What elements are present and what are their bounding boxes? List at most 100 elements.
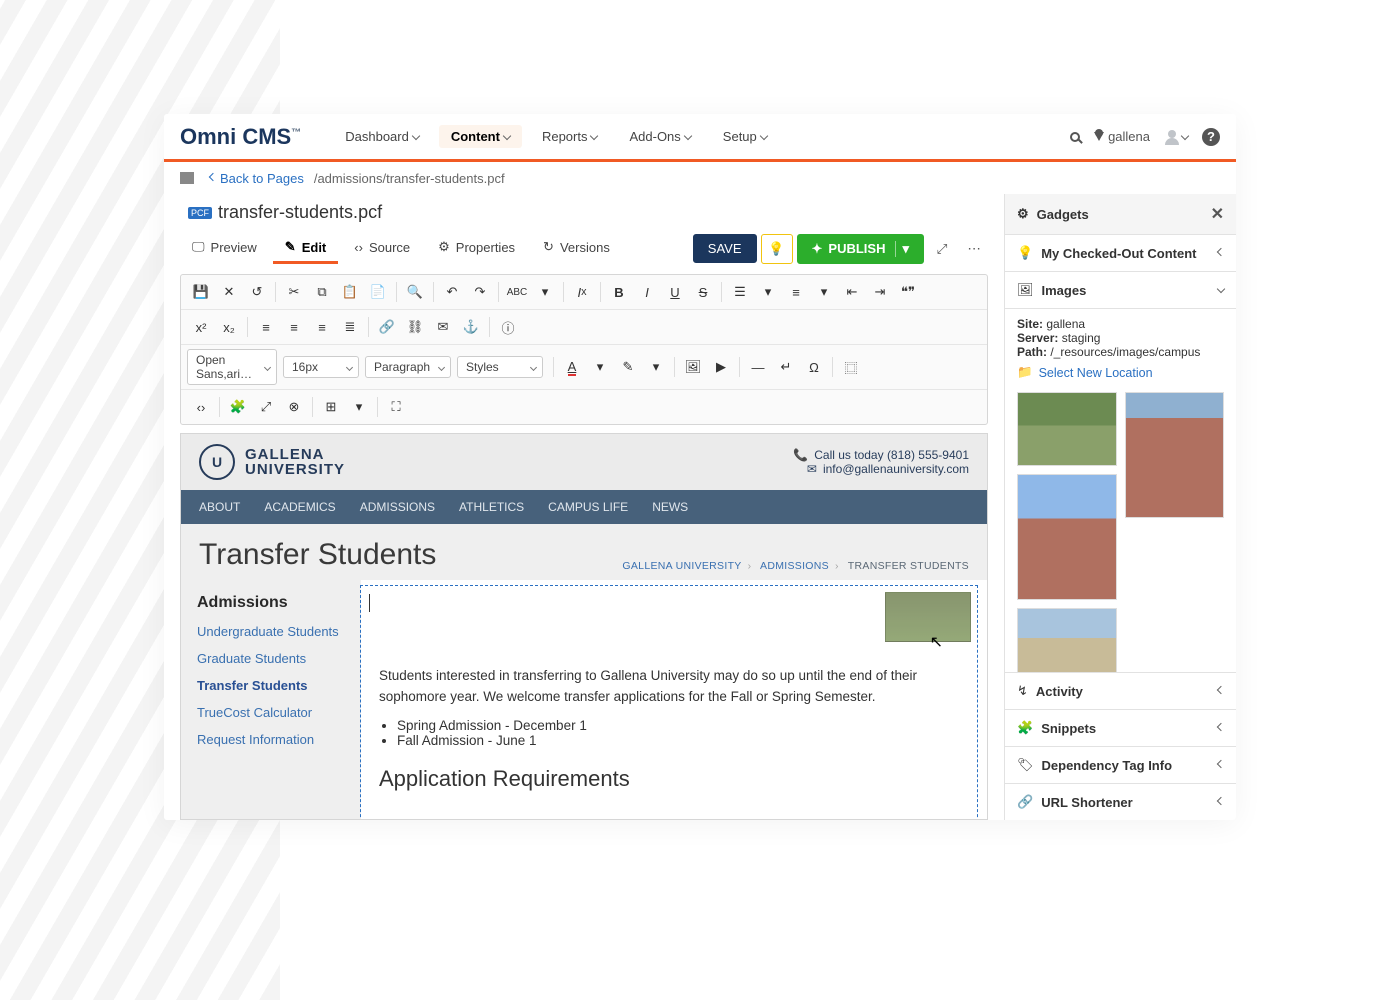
image-thumb[interactable] [1125, 392, 1225, 518]
tab-properties[interactable]: ⚙ Properties [426, 233, 527, 264]
nav-dashboard[interactable]: Dashboard [333, 125, 431, 148]
nav-content[interactable]: Content [439, 125, 522, 148]
close-icon[interactable]: ✕ [1211, 204, 1224, 224]
undo-icon[interactable]: ↶ [438, 279, 466, 305]
deadline-item[interactable]: Fall Admission - June 1 [397, 733, 959, 748]
snippet-icon[interactable]: 🧩 [224, 394, 252, 420]
numbered-icon[interactable]: ≡ [782, 279, 810, 305]
strike-icon[interactable]: S [689, 279, 717, 305]
mailto-icon[interactable]: ✉ [429, 314, 457, 340]
gadget-images[interactable]: 🖼Images [1005, 271, 1236, 308]
clear-format-icon[interactable]: Ix [568, 279, 596, 305]
nav-setup[interactable]: Setup [711, 125, 779, 148]
site-selector[interactable]: gallena [1094, 129, 1150, 144]
align-center-icon[interactable]: ≡ [280, 314, 308, 340]
media-icon[interactable]: ▶ [707, 354, 735, 380]
code-icon[interactable]: ‹› [187, 394, 215, 420]
bullets-drop-icon[interactable]: ▾ [754, 279, 782, 305]
nav-reports[interactable]: Reports [530, 125, 610, 148]
component-icon[interactable]: ⊗ [280, 394, 308, 420]
restore-icon[interactable]: ↺ [243, 279, 271, 305]
align-right-icon[interactable]: ≡ [308, 314, 336, 340]
asset-icon[interactable]: ⤢ [252, 394, 280, 420]
gadget-url-shortener[interactable]: 🔗URL Shortener [1005, 783, 1236, 820]
body-paragraph[interactable]: Students interested in transferring to G… [379, 666, 959, 708]
save-icon[interactable]: 💾 [187, 279, 215, 305]
image-icon[interactable]: 🖼 [679, 354, 707, 380]
linebreak-icon[interactable]: ↵ [772, 354, 800, 380]
spellcheck-icon[interactable]: ABC [503, 279, 531, 305]
gadget-dependency[interactable]: 🏷Dependency Tag Info [1005, 746, 1236, 783]
italic-icon[interactable]: I [633, 279, 661, 305]
outdent-icon[interactable]: ⇤ [838, 279, 866, 305]
gadget-activity[interactable]: ↯Activity [1005, 672, 1236, 709]
back-to-pages-link[interactable]: Back to Pages [220, 171, 304, 186]
paste-icon[interactable]: 📋 [336, 279, 364, 305]
nav-transfer[interactable]: Transfer Students [197, 678, 345, 693]
image-thumb[interactable] [1017, 474, 1117, 600]
spellcheck-drop-icon[interactable]: ▾ [531, 279, 559, 305]
underline-icon[interactable]: U [661, 279, 689, 305]
hr-icon[interactable]: — [744, 354, 772, 380]
tab-versions[interactable]: ↻ Versions [531, 233, 622, 264]
align-justify-icon[interactable]: ≣ [336, 314, 364, 340]
gear-icon[interactable]: ⚙ [1017, 206, 1029, 222]
find-icon[interactable]: 🔍 [401, 279, 429, 305]
nav-addons[interactable]: Add-Ons [617, 125, 702, 148]
nav-undergrad[interactable]: Undergraduate Students [197, 624, 345, 639]
gadget-checked-out[interactable]: 💡My Checked-Out Content [1005, 234, 1236, 271]
subscript-icon[interactable]: x₂ [215, 314, 243, 340]
copy-icon[interactable]: ⧉ [308, 279, 336, 305]
lightbulb-button[interactable]: 💡 [761, 234, 793, 264]
search-icon[interactable] [1070, 132, 1080, 142]
redo-icon[interactable]: ↷ [466, 279, 494, 305]
save-button[interactable]: SAVE [693, 234, 757, 263]
specialchar-icon[interactable]: Ω [800, 354, 828, 380]
select-all-icon[interactable]: ⿴ [837, 354, 865, 380]
table-icon[interactable]: ⊞ [317, 394, 345, 420]
tab-source[interactable]: ‹› Source [342, 234, 422, 264]
font-select[interactable]: Open Sans,ari… [187, 349, 277, 385]
paste-text-icon[interactable]: 📄 [364, 279, 392, 305]
deadline-item[interactable]: Spring Admission - December 1 [397, 718, 959, 733]
subheading[interactable]: Application Requirements [379, 766, 959, 792]
align-left-icon[interactable]: ≡ [252, 314, 280, 340]
font-size-select[interactable]: 16px [283, 356, 359, 378]
highlight-icon[interactable]: ✎ [614, 354, 642, 380]
dragged-image-thumb[interactable] [885, 592, 971, 642]
gadget-snippets[interactable]: 🧩Snippets [1005, 709, 1236, 746]
help-toolbar-icon[interactable]: ⓘ [494, 314, 522, 340]
image-thumb[interactable] [1017, 392, 1117, 466]
nav-truecost[interactable]: TrueCost Calculator [197, 705, 345, 720]
table-drop-icon[interactable]: ▾ [345, 394, 373, 420]
select-new-location-link[interactable]: 📁 Select New Location [1017, 365, 1224, 380]
indent-icon[interactable]: ⇥ [866, 279, 894, 305]
unlink-icon[interactable]: ⛓ [401, 314, 429, 340]
tab-edit[interactable]: ✎ Edit [273, 233, 338, 264]
bold-icon[interactable]: B [605, 279, 633, 305]
block-select[interactable]: Paragraph [365, 356, 451, 378]
cancel-icon[interactable]: ✕ [215, 279, 243, 305]
link-icon[interactable]: 🔗 [373, 314, 401, 340]
cut-icon[interactable]: ✂ [280, 279, 308, 305]
numbered-drop-icon[interactable]: ▾ [810, 279, 838, 305]
fullscreen-icon[interactable]: ⛶ [382, 394, 410, 420]
anchor-icon[interactable]: ⚓ [457, 314, 485, 340]
text-color-drop-icon[interactable]: ▾ [586, 354, 614, 380]
nav-request-info[interactable]: Request Information [197, 732, 345, 747]
editable-region[interactable]: ↖︎ Students interested in transferring t… [361, 586, 977, 820]
help-icon[interactable]: ? [1202, 128, 1220, 146]
expand-icon[interactable]: ⤢ [928, 235, 956, 263]
text-color-icon[interactable]: A [558, 354, 586, 380]
user-menu[interactable] [1164, 129, 1188, 145]
more-icon[interactable]: ⋯ [960, 235, 988, 263]
image-thumb[interactable] [1017, 608, 1117, 672]
style-select[interactable]: Styles [457, 356, 543, 378]
bullets-icon[interactable]: ☰ [726, 279, 754, 305]
superscript-icon[interactable]: x² [187, 314, 215, 340]
tab-preview[interactable]: 🖵 Preview [180, 233, 269, 264]
publish-button[interactable]: ✦PUBLISH▾ [797, 234, 925, 264]
quote-icon[interactable]: ❝❞ [894, 279, 922, 305]
nav-grad[interactable]: Graduate Students [197, 651, 345, 666]
highlight-drop-icon[interactable]: ▾ [642, 354, 670, 380]
